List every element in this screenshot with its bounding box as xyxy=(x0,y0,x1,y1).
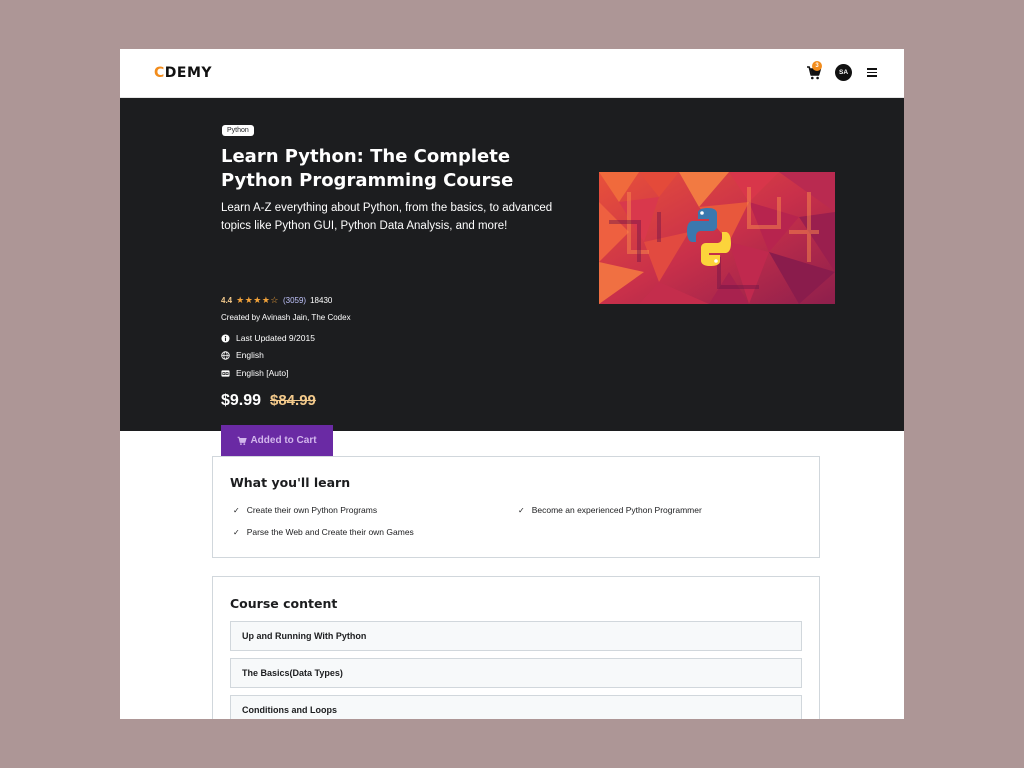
last-updated-text: Last Updated 9/2015 xyxy=(236,333,315,343)
original-price: $84.99 xyxy=(270,392,316,409)
menu-icon[interactable] xyxy=(867,68,877,77)
rating-row: 4.4 ★★★★☆ (3059) 18430 xyxy=(221,295,332,306)
course-content-title: Course content xyxy=(230,596,338,611)
learn-item: ✓ Create their own Python Programs xyxy=(233,505,377,515)
user-avatar[interactable]: SA xyxy=(835,64,852,81)
top-navbar: CDEMY 3 SA xyxy=(120,49,904,98)
last-updated: Last Updated 9/2015 xyxy=(221,333,315,343)
captions: English [Auto] xyxy=(221,368,288,378)
created-by: Created by Avinash Jain, The Codex xyxy=(221,313,351,322)
check-icon: ✓ xyxy=(233,505,240,515)
check-icon: ✓ xyxy=(233,527,240,537)
course-section-row[interactable]: The Basics(Data Types) xyxy=(230,658,802,688)
language-text: English xyxy=(236,350,264,360)
category-tag[interactable]: Python xyxy=(222,125,254,136)
captions-icon xyxy=(221,369,230,377)
review-count[interactable]: (3059) xyxy=(283,296,306,305)
course-section-row[interactable]: Up and Running With Python xyxy=(230,621,802,651)
course-thumbnail-image[interactable] xyxy=(599,172,835,304)
course-hero: Python Learn Python: The Complete Python… xyxy=(120,98,904,456)
student-count: 18430 xyxy=(310,296,333,305)
star-rating: ★★★★☆ xyxy=(236,295,279,305)
logo-accent: C xyxy=(154,65,165,81)
cart-count-badge: 3 xyxy=(812,61,822,71)
added-to-cart-button[interactable]: Added to Cart xyxy=(221,425,333,456)
rating-value: 4.4 xyxy=(221,296,233,305)
cart-button-label: Added to Cart xyxy=(250,435,317,446)
learn-item: ✓ Become an experienced Python Programme… xyxy=(518,505,702,515)
course-title: Learn Python: The Complete Python Progra… xyxy=(221,146,514,191)
learn-item: ✓ Parse the Web and Create their own Gam… xyxy=(233,527,414,537)
cart-icon xyxy=(238,436,248,445)
course-subtitle: Learn A-Z everything about Python, from … xyxy=(221,202,553,232)
captions-text: English [Auto] xyxy=(236,368,289,378)
globe-icon xyxy=(221,350,230,360)
course-content-box: Course content Up and Running With Pytho… xyxy=(212,576,820,719)
learn-item-text: Create their own Python Programs xyxy=(246,505,378,515)
info-icon xyxy=(221,333,230,343)
learn-item-text: Become an experienced Python Programmer xyxy=(531,505,702,515)
what-youll-learn-box: What you'll learn ✓ Create their own Pyt… xyxy=(212,456,820,558)
learn-title: What you'll learn xyxy=(230,475,351,490)
check-icon: ✓ xyxy=(518,505,525,515)
logo-text: DEMY xyxy=(164,65,213,81)
page-frame: CDEMY 3 SA Python Learn Python: The Comp… xyxy=(120,49,904,719)
course-section-row[interactable]: Conditions and Loops xyxy=(230,695,802,719)
language: English xyxy=(221,350,264,360)
cdemy-logo[interactable]: CDEMY xyxy=(154,65,212,81)
learn-item-text: Parse the Web and Create their own Games xyxy=(246,527,414,537)
current-price: $9.99 xyxy=(221,392,262,409)
